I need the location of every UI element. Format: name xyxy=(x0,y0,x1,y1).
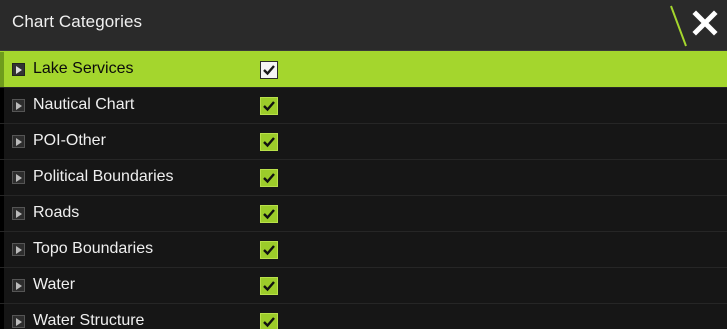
checkmark-icon xyxy=(263,173,275,184)
close-icon xyxy=(692,10,718,36)
expand-arrow-icon[interactable] xyxy=(12,171,25,184)
row-marker xyxy=(0,196,4,232)
category-checkbox[interactable] xyxy=(260,97,278,115)
category-row-roads[interactable]: Roads xyxy=(0,195,727,232)
category-checkbox[interactable] xyxy=(260,277,278,295)
checkmark-icon xyxy=(263,245,275,256)
category-row-political-boundaries[interactable]: Political Boundaries xyxy=(0,159,727,196)
expand-arrow-icon[interactable] xyxy=(12,99,25,112)
category-label: Topo Boundaries xyxy=(33,240,154,257)
row-marker xyxy=(0,232,4,268)
checkmark-icon xyxy=(263,317,275,328)
category-checkbox[interactable] xyxy=(260,133,278,151)
category-row-nautical-chart[interactable]: Nautical Chart xyxy=(0,87,727,124)
category-checkbox[interactable] xyxy=(260,205,278,223)
row-marker xyxy=(0,52,4,88)
category-label: Political Boundaries xyxy=(33,168,174,185)
checkmark-icon xyxy=(263,209,275,220)
category-label: POI-Other xyxy=(33,132,106,149)
row-marker xyxy=(0,88,4,124)
category-label: Water Structure xyxy=(33,312,145,329)
checkmark-icon xyxy=(263,65,275,76)
checkmark-icon xyxy=(263,101,275,112)
category-checkbox[interactable] xyxy=(260,169,278,187)
checkmark-icon xyxy=(263,137,275,148)
category-row-topo-boundaries[interactable]: Topo Boundaries xyxy=(0,231,727,268)
title-bar: Chart Categories xyxy=(0,0,727,51)
category-row-water[interactable]: Water xyxy=(0,267,727,304)
row-marker xyxy=(0,268,4,304)
category-label: Lake Services xyxy=(33,60,134,77)
category-list: Lake Services Nautical Chart POI-Other P… xyxy=(0,51,727,329)
category-row-poi-other[interactable]: POI-Other xyxy=(0,123,727,160)
title-divider-slash xyxy=(670,5,687,47)
expand-arrow-icon[interactable] xyxy=(12,63,25,76)
category-label: Water xyxy=(33,276,76,293)
category-checkbox[interactable] xyxy=(260,241,278,259)
expand-arrow-icon[interactable] xyxy=(12,315,25,328)
expand-arrow-icon[interactable] xyxy=(12,279,25,292)
row-marker xyxy=(0,124,4,160)
row-marker xyxy=(0,304,4,329)
expand-arrow-icon[interactable] xyxy=(12,207,25,220)
category-row-water-structure[interactable]: Water Structure xyxy=(0,303,727,329)
category-checkbox[interactable] xyxy=(260,313,278,329)
category-checkbox[interactable] xyxy=(260,61,278,79)
row-marker xyxy=(0,160,4,196)
category-label: Nautical Chart xyxy=(33,96,135,113)
chart-categories-dialog: Chart Categories Lake Services Nautical … xyxy=(0,0,727,329)
checkmark-icon xyxy=(263,281,275,292)
expand-arrow-icon[interactable] xyxy=(12,135,25,148)
expand-arrow-icon[interactable] xyxy=(12,243,25,256)
close-button[interactable] xyxy=(665,0,727,50)
category-label: Roads xyxy=(33,204,80,221)
dialog-title: Chart Categories xyxy=(12,12,143,31)
category-row-lake-services[interactable]: Lake Services xyxy=(0,51,727,88)
